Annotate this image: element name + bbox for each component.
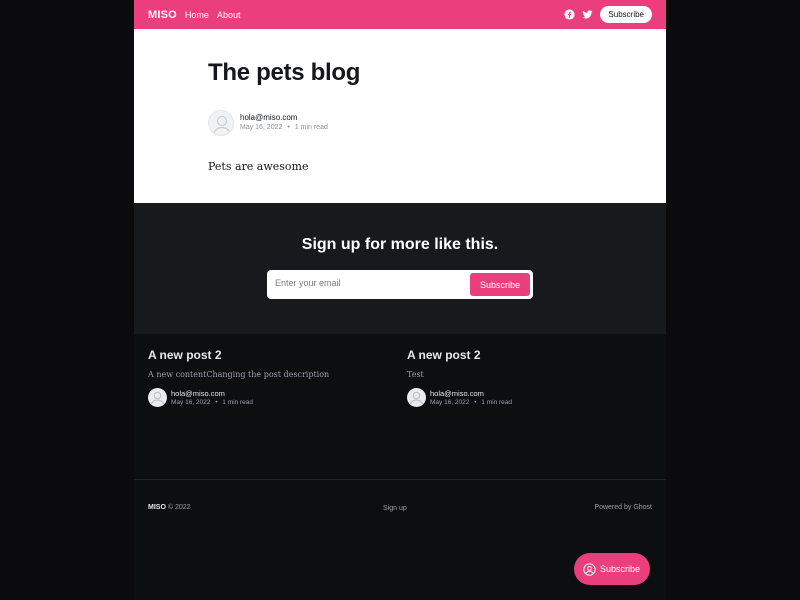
footer-copyright: MISO © 2022 (148, 504, 191, 511)
avatar[interactable] (148, 388, 167, 407)
signup-cta: Sign up for more like this. Subscribe (134, 203, 666, 334)
article: The pets blog hola@miso.com May 16, 2022… (134, 29, 666, 203)
facebook-icon[interactable] (564, 9, 575, 20)
site-header: MISO Home About Subscribe (134, 0, 666, 29)
powered-by-ghost-link[interactable]: Powered by Ghost (594, 504, 652, 511)
card-read-time: 1 min read (481, 399, 513, 406)
card-date: May 16, 2022 (430, 399, 470, 406)
card-read-time: 1 min read (222, 399, 254, 406)
card-author-name[interactable]: hola@miso.com (430, 389, 484, 398)
card-excerpt: Test (407, 370, 424, 379)
copyright-text: © 2022 (167, 504, 191, 511)
card-author-name[interactable]: hola@miso.com (171, 389, 225, 398)
post-read-time: 1 min read (294, 124, 328, 131)
email-input[interactable] (275, 278, 455, 288)
nav-about-link[interactable]: About (217, 10, 241, 20)
related-posts: A new post 2 A new contentChanging the p… (134, 334, 666, 479)
post-card[interactable]: A new post 2 A new contentChanging the p… (148, 348, 388, 409)
post-date: May 16, 2022 (240, 124, 283, 131)
page-container: MISO Home About Subscribe The pets blog … (134, 0, 666, 600)
cta-subscribe-button[interactable]: Subscribe (470, 273, 530, 296)
card-author: hola@miso.com May 16, 2022 • 1 min read (407, 387, 647, 409)
card-excerpt: A new contentChanging the post descripti… (148, 370, 330, 379)
card-date: May 16, 2022 (171, 399, 211, 406)
card-meta: May 16, 2022 • 1 min read (430, 399, 512, 406)
post-title: The pets blog (208, 59, 361, 86)
twitter-icon[interactable] (582, 9, 593, 20)
site-logo[interactable]: MISO (148, 9, 177, 21)
author-name[interactable]: hola@miso.com (240, 113, 297, 122)
post-card[interactable]: A new post 2 Test hola@miso.com May 16, … (407, 348, 647, 409)
author-avatar[interactable] (208, 110, 234, 136)
footer-signup-link[interactable]: Sign up (383, 505, 407, 512)
cta-title: Sign up for more like this. (301, 236, 499, 253)
card-title[interactable]: A new post 2 (407, 348, 647, 362)
post-meta: May 16, 2022 • 1 min read (240, 124, 328, 131)
card-author: hola@miso.com May 16, 2022 • 1 min read (148, 387, 388, 409)
user-icon (583, 562, 596, 576)
card-meta: May 16, 2022 • 1 min read (171, 399, 253, 406)
meta-separator: • (287, 124, 290, 131)
floating-subscribe-button[interactable]: Subscribe (574, 553, 650, 585)
post-body: Pets are awesome (208, 160, 309, 173)
header-subscribe-button[interactable]: Subscribe (600, 6, 652, 23)
footer-brand-link[interactable]: MISO (148, 504, 166, 511)
floating-subscribe-label: Subscribe (600, 564, 641, 574)
avatar[interactable] (407, 388, 426, 407)
meta-separator: • (215, 399, 218, 406)
signup-form: Subscribe (267, 270, 533, 299)
header-actions: Subscribe (564, 6, 652, 23)
nav-home-link[interactable]: Home (185, 10, 209, 20)
card-title[interactable]: A new post 2 (148, 348, 388, 362)
meta-separator: • (474, 399, 477, 406)
